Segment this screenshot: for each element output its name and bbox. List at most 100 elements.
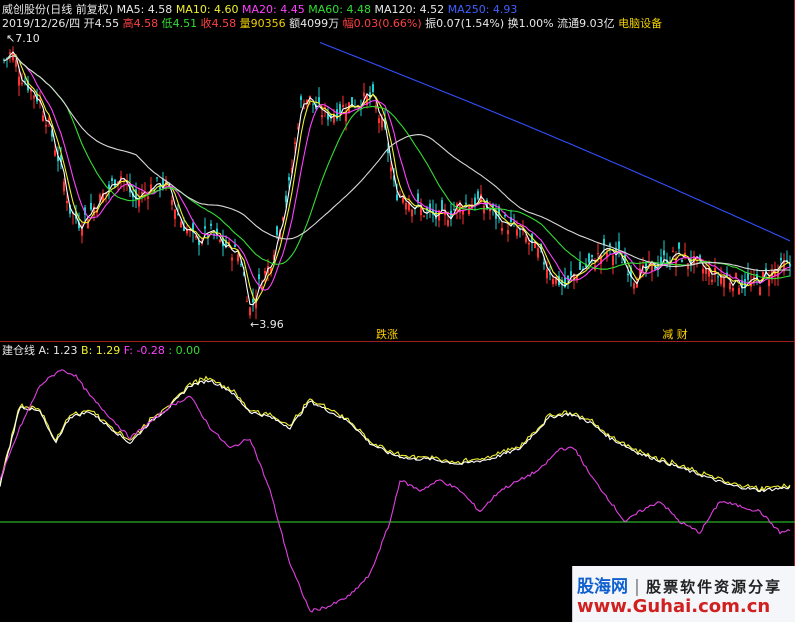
candle-body: [552, 278, 554, 285]
candle-body: [210, 223, 212, 226]
candle-body: [591, 254, 593, 257]
candle-body: [258, 274, 260, 280]
candle-body: [66, 200, 68, 204]
candle-body: [633, 283, 635, 289]
candle-body: [732, 287, 734, 292]
candle-body: [579, 261, 581, 270]
candle-body: [111, 178, 113, 181]
candle-body: [63, 181, 65, 192]
ma120-label: MA120: 4.52: [374, 3, 445, 16]
candle-body: [174, 209, 176, 219]
candle-body: [627, 273, 629, 276]
candle-body: [447, 220, 449, 226]
stock-title: 威创股份(日线 前复权): [2, 3, 114, 16]
ma250-line: [319, 41, 791, 242]
watermark-url: www.Guhai.com.cn: [577, 596, 771, 617]
candle-body: [687, 263, 689, 270]
candle-body: [240, 264, 242, 266]
candle-body: [147, 196, 149, 199]
candle-body: [45, 124, 47, 127]
chart-window: ↖7.10 ←3.96 跌涨 减 财 威创股份(日线 前复权) MA5: 4.58 M…: [0, 0, 795, 622]
amount-label: 额4099万: [289, 17, 340, 30]
candle-body: [597, 253, 599, 255]
turnover-label: 换1.00%: [507, 17, 554, 30]
candle-body: [546, 269, 548, 279]
candle-body: [294, 142, 296, 144]
volume-label: 量90356: [239, 17, 286, 30]
candle-body: [54, 150, 56, 156]
high-label: 高4.58: [122, 17, 159, 30]
candle-body: [462, 210, 464, 215]
candle-body: [288, 177, 290, 181]
ma5-label: MA5: 4.58: [116, 3, 173, 16]
candle-body: [405, 202, 407, 210]
candle-body: [90, 202, 92, 210]
low-label: 低4.51: [161, 17, 198, 30]
candle-body: [390, 167, 392, 172]
ma10-label: MA10: 4.60: [175, 3, 239, 16]
watermark-brand: 股海网: [577, 577, 628, 597]
candle-body: [276, 226, 278, 236]
ma60-label: MA60: 4.48: [308, 3, 371, 16]
candle-body: [483, 205, 485, 214]
candle-body: [264, 271, 266, 274]
candle-body: [768, 279, 770, 287]
candle-body: [516, 229, 518, 236]
candle-body: [738, 288, 740, 295]
candle-body: [219, 239, 221, 243]
candle-body: [429, 203, 431, 211]
candle-body: [81, 228, 83, 236]
float-label: 流通9.03亿: [557, 17, 615, 30]
candle-body: [780, 257, 782, 261]
low-marker: ←3.96: [250, 318, 284, 331]
ma-legend: 威创股份(日线 前复权) MA5: 4.58 MA10: 4.60 MA20: …: [2, 3, 517, 17]
candle-body: [609, 243, 611, 246]
date-label: 2019/12/26/四: [2, 17, 81, 30]
candle-body: [396, 194, 398, 201]
sector-label: 电脑设备: [618, 17, 663, 30]
candle-body: [156, 177, 158, 179]
candle-body: [234, 244, 236, 247]
candle-body: [423, 215, 425, 217]
candle-body: [231, 257, 233, 261]
candle-body: [501, 227, 503, 232]
indicator-f-label: F: -0.28: [123, 344, 165, 357]
candle-body: [204, 226, 206, 229]
indicator-title: 建仓线: [2, 344, 35, 357]
candle-body: [570, 271, 572, 276]
candle-body: [525, 237, 527, 243]
candle-body: [42, 115, 44, 121]
candle-body: [789, 263, 791, 267]
change-label: 幅0.03(0.66%): [342, 17, 422, 30]
high-marker: ↖7.10: [6, 32, 40, 45]
indicator-b-label: B: 1.29: [81, 344, 121, 357]
candle-body: [681, 259, 683, 262]
candle-body: [729, 282, 731, 290]
candle-body: [702, 268, 704, 274]
candle-body: [420, 208, 422, 216]
indicator-legend: 建仓线 A: 1.23 B: 1.29 F: -0.28 : 0.00: [2, 344, 200, 358]
ohlc-detail-bar: 2019/12/26/四 开4.55 高4.58 低4.51 收4.58 量90…: [2, 17, 662, 31]
candle-body: [318, 97, 320, 104]
candle-body: [528, 242, 530, 245]
indicator-zero-label: : 0.00: [168, 344, 201, 357]
candle-body: [180, 221, 182, 228]
candle-body: [402, 197, 404, 203]
candle-body: [723, 277, 725, 288]
indicator-b-line: [0, 375, 791, 492]
chart-canvas[interactable]: ↖7.10 ←3.96 跌涨 减 财: [0, 0, 795, 622]
watermark-logo: 股海网 | 股票软件资源分享 www.Guhai.com.cn: [572, 566, 795, 622]
candle-body: [759, 287, 761, 296]
close-label: 收4.58: [200, 17, 237, 30]
candle-body: [171, 199, 173, 205]
event-tag: 减 财: [662, 327, 688, 341]
candle-body: [507, 230, 509, 235]
candle-body: [21, 83, 23, 85]
candle-body: [87, 219, 89, 229]
candle-body: [300, 96, 302, 101]
candle-body: [249, 307, 251, 316]
candle-body: [339, 104, 341, 114]
candle-body: [18, 76, 20, 86]
ma20-label: MA20: 4.45: [242, 3, 305, 16]
candle-body: [537, 248, 539, 258]
